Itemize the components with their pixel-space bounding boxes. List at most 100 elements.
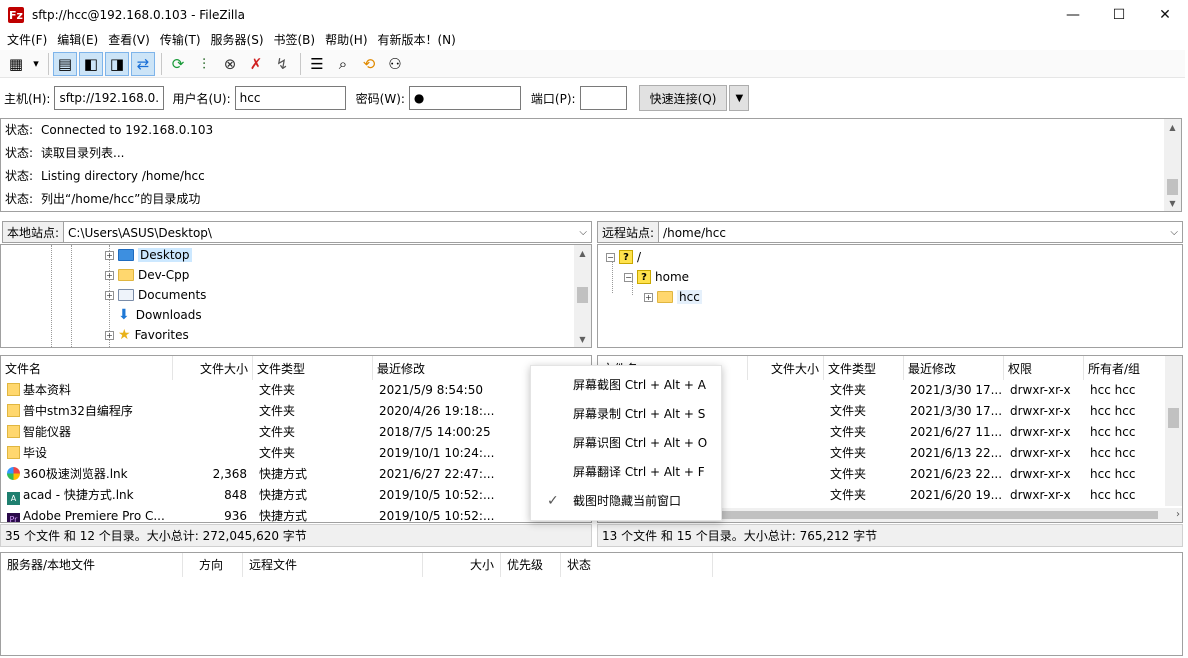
file-modified: 2018/7/5 14:00:25 [379,425,491,439]
minimize-button[interactable]: — [1050,0,1096,30]
port-input[interactable] [579,86,627,110]
column-header-filename[interactable]: 文件名 [1,356,173,380]
host-input[interactable] [54,86,165,110]
toggle-transfer-queue-icon[interactable]: ⇄ [131,51,155,76]
remote-list-scrollbar[interactable] [1165,356,1182,506]
file-row[interactable]: 基本资料 文件夹 2021/5/9 8:54:50 [1,380,591,401]
tree-item-hcc[interactable]: + hcc [644,287,702,307]
local-file-list: 文件名 文件大小 文件类型 最近修改 基本资料 文件夹 2021/5/9 8:5… [0,355,592,523]
file-owner: hcc hcc [1090,425,1136,439]
collapse-icon[interactable]: − [624,272,633,282]
file-name: Adobe Premiere Pro C... [23,509,165,523]
queue-header-local-file[interactable]: 服务器/本地文件 [1,553,183,577]
local-status-bar: 35 个文件 和 12 个目录。大小总计: 272,045,620 字节 [0,524,592,547]
queue-header-priority[interactable]: 优先级 [501,553,561,577]
reconnect-icon[interactable]: ↯ [270,52,294,76]
menu-item-screen-ocr[interactable]: 屏幕识图 Ctrl + Alt + O [531,429,721,458]
tree-item-desktop[interactable]: + Desktop [105,245,192,265]
column-header-filetype[interactable]: 文件类型 [824,356,904,380]
menu-item-screenshot[interactable]: 屏幕截图 Ctrl + Alt + A [531,371,721,400]
scroll-down-icon[interactable]: ▼ [574,331,591,347]
file-modified: 2021/5/9 8:54:50 [379,383,483,397]
file-owner: hcc hcc [1090,404,1136,418]
search-icon[interactable]: ⌕ [331,52,355,76]
local-tree: + Desktop + Dev-Cpp + Documents ⬇ Downlo… [0,244,592,348]
scroll-down-icon[interactable]: ▼ [1164,195,1181,211]
remote-list-hscrollbar-thumb[interactable] [718,511,1158,519]
chevron-down-icon[interactable]: ⌵ [1170,222,1178,244]
menu-edit[interactable]: 编辑(E) [52,30,103,50]
remote-site-path[interactable]: /home/hcc ⌵ [659,221,1183,243]
queue-header-remote-file[interactable]: 远程文件 [243,553,423,577]
menu-new-version[interactable]: 有新版本！(N) [373,30,461,50]
file-row[interactable]: Aacad - 快捷方式.lnk 848 快捷方式 2019/10/5 10:5… [1,485,591,506]
sync-browsing-icon[interactable]: ⟲ [357,52,381,76]
column-header-filetype[interactable]: 文件类型 [253,356,373,380]
file-row[interactable]: Pr Adobe Premiere Pro C... 936 快捷方式 2019/… [1,506,591,523]
file-row[interactable]: 360极速浏览器.lnk 2,368 快捷方式 2021/6/27 22:47:… [1,464,591,485]
column-header-label: 所有者/组 [1088,361,1141,376]
password-input[interactable] [408,86,521,110]
menu-bookmarks[interactable]: 书签(B) [269,30,321,50]
column-header-permissions[interactable]: 权限 [1004,356,1084,380]
site-manager-icon[interactable]: ▦ [4,52,28,76]
menu-item-hide-window[interactable]: ✓ 截图时隐藏当前窗口 [531,487,721,516]
queue-header-status[interactable]: 状态 [561,553,713,577]
username-input[interactable] [234,86,346,110]
menu-item-screen-record[interactable]: 屏幕录制 Ctrl + Alt + S [531,400,721,429]
unknown-folder-icon: ? [637,270,651,284]
menu-server[interactable]: 服务器(S) [206,30,269,50]
menu-view[interactable]: 查看(V) [103,30,155,50]
local-tree-scrollbar[interactable]: ▲ ▼ [574,245,591,347]
close-button[interactable]: ✕ [1142,0,1188,30]
menu-item-screen-translate[interactable]: 屏幕翻译 Ctrl + Alt + F [531,458,721,487]
tree-item-dev-cpp[interactable]: + Dev-Cpp [105,265,189,285]
menu-file[interactable]: 文件(F) [2,30,52,50]
expand-icon[interactable]: + [105,250,114,260]
port-label: 端口(P): [530,91,576,106]
tree-item-documents[interactable]: + Documents [105,285,206,305]
queue-header-size[interactable]: 大小 [423,553,501,577]
refresh-icon[interactable]: ⟳ [166,52,190,76]
expand-icon[interactable]: + [105,330,114,340]
expand-icon[interactable]: + [644,292,653,302]
file-row[interactable]: 智能仪器 文件夹 2018/7/5 14:00:25 [1,422,591,443]
menu-help[interactable]: 帮助(H) [320,30,372,50]
browser-icon [7,467,20,480]
quickconnect-button[interactable]: 快速连接(Q) [638,85,728,111]
directory-filter-icon[interactable]: ☰ [305,52,329,76]
scroll-up-icon[interactable]: ▲ [1164,119,1181,135]
tree-item-home[interactable]: − ? home [624,267,689,287]
tree-item-root[interactable]: − ? / [606,247,641,267]
expand-icon[interactable]: + [105,270,114,280]
site-manager-dropdown-icon[interactable]: ▾ [30,52,42,76]
log-scrollbar[interactable]: ▲ ▼ [1164,119,1181,211]
cancel-operation-icon[interactable]: ⊗ [218,52,242,76]
tree-item-favorites[interactable]: + ★ Favorites [105,325,189,345]
scroll-up-icon[interactable]: ▲ [574,245,591,261]
queue-header-direction[interactable]: 方向 [183,553,243,577]
toggle-message-log-icon[interactable]: ▤ [53,51,77,76]
log-scrollbar-thumb[interactable] [1167,179,1178,195]
chevron-down-icon[interactable]: ⌵ [579,222,587,244]
maximize-button[interactable]: ☐ [1096,0,1142,30]
column-header-filesize[interactable]: 文件大小 [173,356,253,380]
disconnect-icon[interactable]: ✗ [244,52,268,76]
toggle-local-tree-icon[interactable]: ◧ [79,51,103,76]
scroll-right-icon[interactable]: › [1176,508,1180,522]
process-queue-icon[interactable]: ⫶ [192,52,216,76]
menu-transfer[interactable]: 传输(T) [155,30,206,50]
collapse-icon[interactable]: − [606,252,615,262]
local-tree-scrollbar-thumb[interactable] [577,287,588,303]
expand-icon[interactable]: + [105,290,114,300]
column-header-filesize[interactable]: 文件大小 [748,356,824,380]
tree-item-downloads[interactable]: ⬇ Downloads [118,305,202,325]
remote-list-scrollbar-thumb[interactable] [1168,408,1179,428]
quickconnect-dropdown-icon[interactable]: ▼ [729,85,750,111]
column-header-modified[interactable]: 最近修改 [904,356,1004,380]
toggle-remote-tree-icon[interactable]: ◨ [105,51,129,76]
binoculars-icon[interactable]: ⚇ [383,52,407,76]
local-site-path[interactable]: C:\Users\ASUS\Desktop\ ⌵ [64,221,592,243]
file-row[interactable]: 普中stm32自编程序 文件夹 2020/4/26 19:18:... [1,401,591,422]
file-row[interactable]: 毕设 文件夹 2019/10/1 10:24:... [1,443,591,464]
